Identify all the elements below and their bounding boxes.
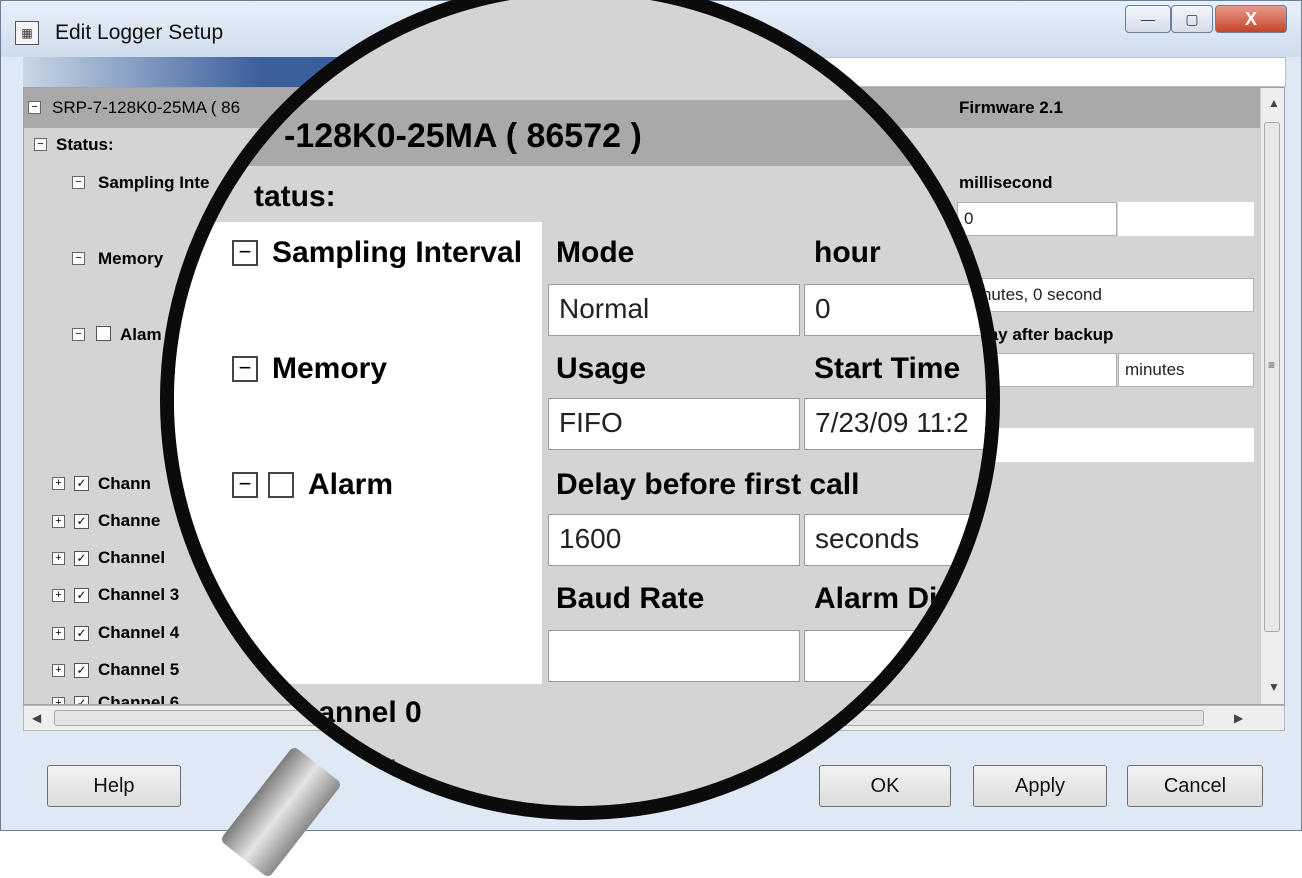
scroll-right-icon[interactable]: ▶ — [1234, 711, 1243, 725]
channel-item[interactable]: Channel 4 — [98, 623, 179, 643]
expand-icon[interactable]: + — [52, 664, 65, 677]
expand-icon[interactable]: + — [52, 627, 65, 640]
magnified-status-label: tatus: — [254, 180, 336, 213]
alarm-dial-label: Alarm Di — [814, 582, 938, 615]
channel-checkbox[interactable]: ✓ — [74, 626, 89, 641]
usage-label: Usage — [556, 352, 647, 385]
channel-checkbox[interactable]: ✓ — [74, 551, 89, 566]
vertical-scroll-thumb[interactable] — [1264, 122, 1280, 632]
expand-icon[interactable]: + — [52, 515, 65, 528]
magnified-channel-0: hannel 0 — [300, 696, 422, 729]
baud-rate-label: Baud Rate — [556, 582, 705, 615]
scroll-down-icon[interactable]: ▼ — [1268, 680, 1280, 694]
channel-item[interactable]: Channel — [98, 548, 165, 568]
collapse-icon[interactable]: − — [232, 240, 258, 266]
collapse-icon[interactable]: − — [72, 252, 85, 265]
memory-label: Memory — [98, 249, 164, 268]
empty-cell — [957, 428, 1254, 462]
vertical-scrollbar[interactable]: ▲ ≡ ▼ — [1260, 88, 1284, 704]
apply-button[interactable]: Apply — [973, 765, 1107, 807]
alarm-label: Alam — [120, 325, 162, 344]
alarm-checkbox[interactable] — [96, 326, 111, 341]
magnified-tree-column — [174, 222, 542, 684]
delay-after-backup-unit: minutes — [1118, 353, 1254, 387]
magnified-sampling-interval: Sampling Interval — [272, 236, 523, 269]
magnified-memory: Memory — [272, 352, 388, 385]
status-label: Status: — [56, 135, 114, 154]
start-time-field[interactable]: 7/23/09 11:2 — [804, 398, 986, 450]
collapse-icon[interactable]: − — [232, 356, 258, 382]
alarm-dial-field[interactable] — [804, 630, 986, 682]
cancel-button[interactable]: Cancel — [1127, 765, 1263, 807]
hour-label: hour — [814, 236, 881, 269]
collapse-icon[interactable]: − — [72, 176, 85, 189]
mode-label: Mode — [556, 236, 635, 269]
collapse-icon[interactable]: − — [28, 101, 41, 114]
minimize-button[interactable]: — — [1125, 5, 1171, 33]
channel-checkbox[interactable]: ✓ — [74, 663, 89, 678]
mode-field[interactable]: Normal — [548, 284, 800, 336]
channel-item[interactable]: Channel 6 — [98, 693, 179, 704]
collapse-icon[interactable]: − — [34, 138, 47, 151]
expand-icon[interactable]: + — [52, 552, 65, 565]
channel-checkbox[interactable]: ✓ — [74, 588, 89, 603]
usage-field[interactable]: FIFO — [548, 398, 800, 450]
grip-icon: ≡ — [1268, 358, 1276, 372]
expand-icon[interactable]: + — [52, 589, 65, 602]
start-time-label: Start Time — [814, 352, 961, 385]
baud-rate-field[interactable] — [548, 630, 800, 682]
alarm-checkbox[interactable] — [268, 472, 294, 498]
app-icon: ▦ — [15, 21, 39, 45]
magnified-content: -128K0-25MA ( 86572 ) tatus: − Sampling … — [174, 14, 986, 806]
hour-field[interactable]: 0 — [804, 284, 986, 336]
magnified-alarm: Alarm — [308, 468, 394, 501]
channel-checkbox[interactable]: ✓ — [74, 514, 89, 529]
delay-before-first-call-label: Delay before first call — [556, 468, 860, 501]
channel-checkbox[interactable]: ✓ — [74, 476, 89, 491]
channel-item[interactable]: Channel 5 — [98, 660, 179, 680]
duration-field[interactable]: minutes, 0 second — [957, 278, 1254, 312]
expand-icon[interactable]: + — [52, 477, 65, 490]
magnified-channel-1: el 1 — [350, 754, 401, 787]
delay-unit: seconds — [804, 514, 986, 566]
delay-before-first-call-field[interactable]: 1600 — [548, 514, 800, 566]
delay-after-backup-label: lay after backup — [984, 325, 1114, 344]
empty-cell — [1118, 202, 1254, 236]
magnified-device-header: -128K0-25MA ( 86572 ) — [284, 117, 642, 155]
expand-icon[interactable]: + — [52, 697, 65, 704]
channel-item[interactable]: Channe — [98, 511, 160, 531]
magnifier-lens: -128K0-25MA ( 86572 ) tatus: − Sampling … — [160, 0, 1000, 820]
scroll-left-icon[interactable]: ◀ — [32, 711, 41, 725]
maximize-button[interactable]: ▢ — [1171, 5, 1213, 33]
help-button[interactable]: Help — [47, 765, 181, 807]
scroll-up-icon[interactable]: ▲ — [1268, 96, 1280, 110]
collapse-icon[interactable]: − — [232, 472, 258, 498]
channel-checkbox[interactable]: ✓ — [74, 696, 89, 704]
collapse-icon[interactable]: − — [72, 328, 85, 341]
close-button[interactable]: X — [1215, 5, 1287, 33]
channel-item[interactable]: Channel 3 — [98, 585, 179, 605]
channel-item[interactable]: Chann — [98, 474, 151, 494]
